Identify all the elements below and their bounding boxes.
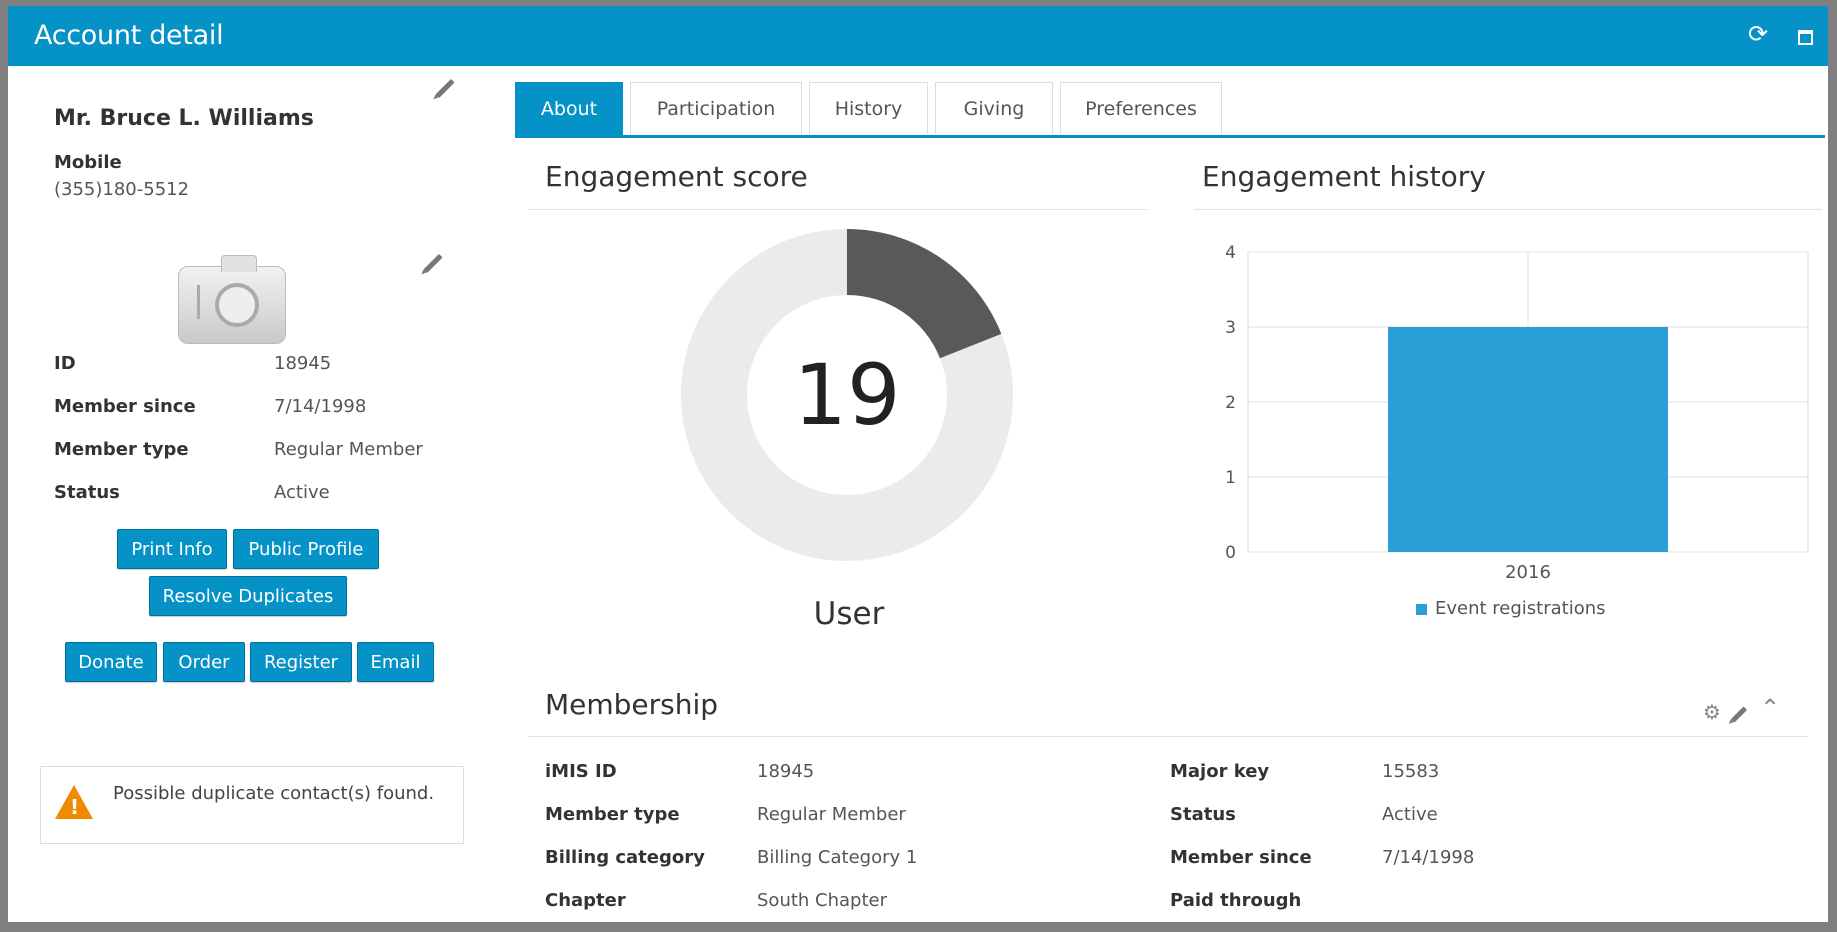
engagement-history-divider: [1194, 209, 1822, 210]
refresh-icon[interactable]: ⟳: [1748, 20, 1768, 48]
major-key-label: Major key: [1170, 761, 1270, 782]
status-value: Active: [274, 482, 330, 503]
billing-category-label: Billing category: [545, 847, 705, 868]
tab-participation[interactable]: Participation: [630, 82, 802, 134]
contact-name: Mr. Bruce L. Williams: [54, 106, 314, 131]
member-type-value: Regular Member: [757, 804, 906, 825]
mobile-label: Mobile: [54, 152, 122, 173]
profile-photo-camera-icon[interactable]: [178, 255, 286, 344]
membership-status-value: Active: [1382, 804, 1438, 825]
engagement-history-chart: 0 1 2 3 4 2016: [1225, 243, 1809, 582]
tab-underline: [515, 135, 1825, 138]
public-profile-button[interactable]: Public Profile: [233, 529, 379, 569]
tab-history[interactable]: History: [809, 82, 928, 134]
member-since-value: 7/14/1998: [274, 396, 367, 417]
membership-divider: [528, 736, 1808, 737]
tab-preferences[interactable]: Preferences: [1060, 82, 1222, 134]
member-type-label: Member type: [545, 804, 680, 825]
legend-label: Event registrations: [1435, 598, 1606, 619]
membership-since-label: Member since: [1170, 847, 1312, 868]
resolve-duplicates-button[interactable]: Resolve Duplicates: [149, 576, 347, 616]
maximize-icon[interactable]: [1798, 30, 1813, 45]
tab-giving[interactable]: Giving: [935, 82, 1053, 134]
title-bar: Account detail ⟳: [8, 6, 1828, 66]
print-info-button[interactable]: Print Info: [117, 529, 227, 569]
engagement-score-donut: 19: [680, 228, 1014, 562]
order-button[interactable]: Order: [163, 642, 245, 682]
edit-photo-pencil-icon[interactable]: [423, 253, 443, 274]
donate-button[interactable]: Donate: [65, 642, 157, 682]
window-title: Account detail: [34, 20, 224, 51]
tab-about[interactable]: About: [515, 82, 623, 138]
membership-title: Membership: [545, 688, 719, 721]
membership-since-value: 7/14/1998: [1382, 847, 1475, 868]
y-tick-label: 4: [1225, 243, 1236, 263]
y-tick-label: 0: [1225, 543, 1236, 563]
member-type-value: Regular Member: [274, 439, 423, 460]
account-detail-window: Account detail ⟳ Mr. Bruce L. Williams M…: [8, 6, 1828, 922]
bar-2016: [1388, 327, 1668, 552]
engagement-score-label: User: [813, 596, 885, 632]
engagement-score-value: 19: [793, 346, 901, 444]
member-since-label: Member since: [54, 396, 196, 417]
id-label: ID: [54, 353, 76, 374]
register-button[interactable]: Register: [250, 642, 352, 682]
engagement-history-title: Engagement history: [1202, 160, 1486, 193]
chart-legend: Event registrations: [1416, 598, 1606, 619]
imis-id-label: iMIS ID: [545, 761, 617, 782]
y-tick-label: 3: [1225, 318, 1236, 338]
y-tick-label: 1: [1225, 468, 1236, 488]
email-button[interactable]: Email: [357, 642, 434, 682]
engagement-score-title: Engagement score: [545, 160, 808, 193]
duplicate-warning: ! Possible duplicate contact(s) found.: [40, 766, 464, 844]
mobile-value: (355)180-5512: [54, 179, 190, 200]
collapse-chevron-up-icon[interactable]: ⌃: [1760, 694, 1780, 722]
chapter-label: Chapter: [545, 890, 626, 911]
x-tick-label: 2016: [1505, 562, 1551, 582]
id-value: 18945: [274, 353, 332, 374]
imis-id-value: 18945: [757, 761, 815, 782]
edit-name-pencil-icon[interactable]: [435, 78, 455, 99]
status-label: Status: [54, 482, 120, 503]
tab-bar: About Participation History Giving Prefe…: [515, 82, 1825, 140]
paid-through-label: Paid through: [1170, 890, 1302, 911]
member-type-label: Member type: [54, 439, 189, 460]
chapter-value: South Chapter: [757, 890, 887, 911]
edit-membership-pencil-icon[interactable]: [1730, 706, 1748, 723]
profile-panel: Mr. Bruce L. Williams Mobile (355)180-55…: [8, 66, 508, 922]
gear-icon[interactable]: ⚙: [1703, 700, 1721, 724]
y-tick-label: 2: [1225, 393, 1236, 413]
membership-status-label: Status: [1170, 804, 1236, 825]
major-key-value: 15583: [1382, 761, 1440, 782]
warning-message: Possible duplicate contact(s) found.: [113, 783, 435, 804]
engagement-score-divider: [528, 209, 1148, 210]
legend-swatch: [1416, 603, 1427, 615]
billing-category-value: Billing Category 1: [757, 847, 918, 868]
